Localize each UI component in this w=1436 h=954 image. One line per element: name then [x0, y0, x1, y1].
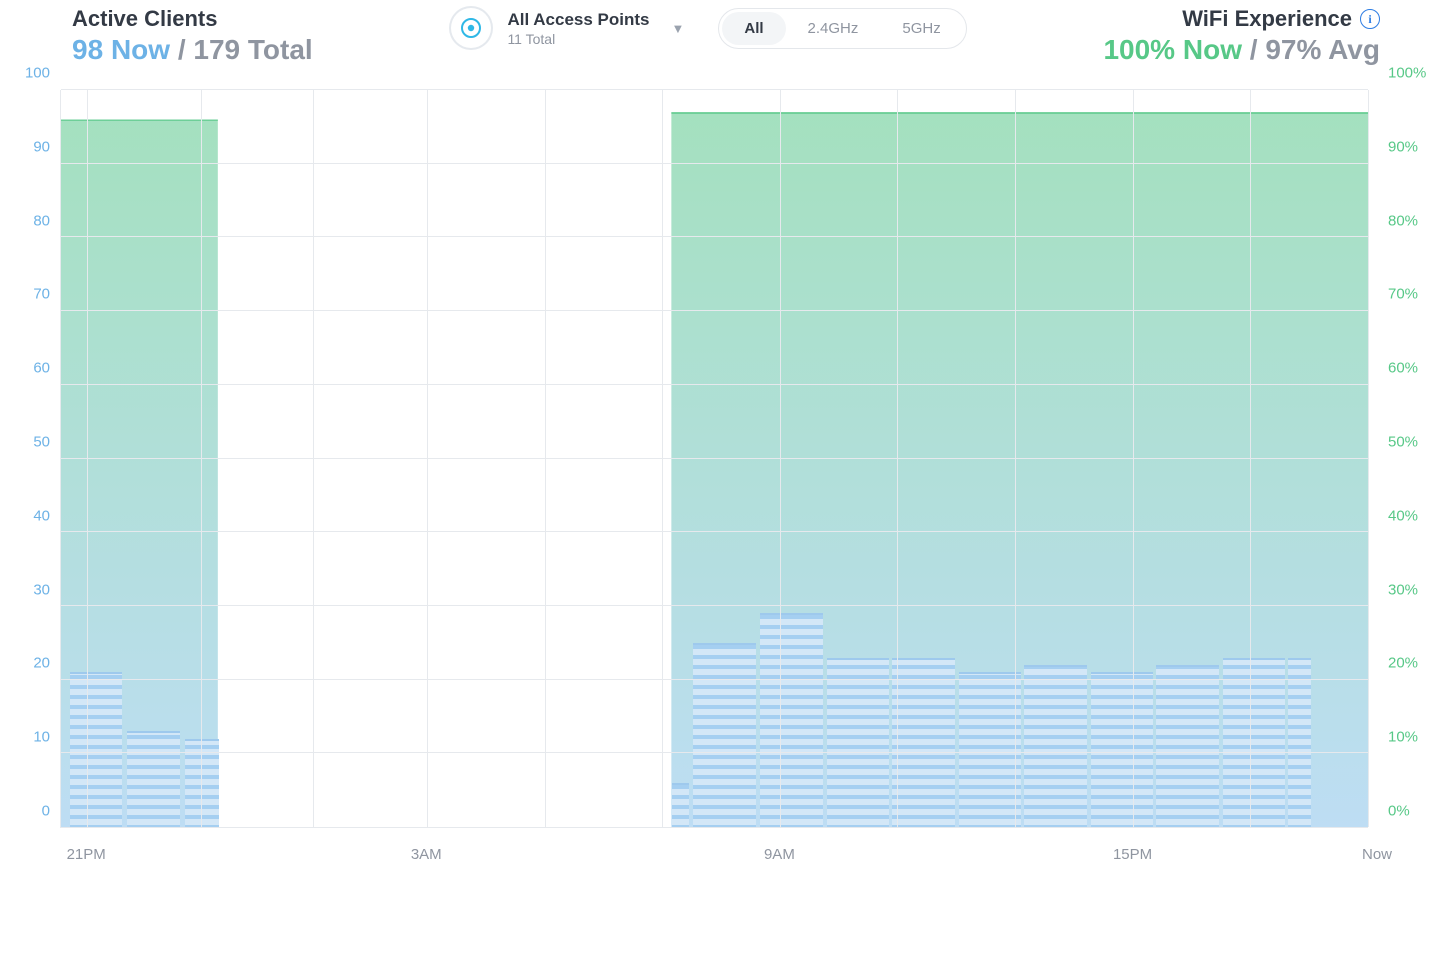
- x-axis: Now 21PM3AM9AM15PM: [60, 840, 1368, 868]
- x-now-label: Now: [1362, 846, 1392, 863]
- separator: /: [1250, 34, 1258, 65]
- active-clients-block: Active Clients 98 Now / 179 Total: [72, 6, 313, 66]
- tab-5ghz[interactable]: 5GHz: [880, 12, 962, 45]
- wifi-exp-now: 100% Now: [1103, 34, 1249, 65]
- tab-24ghz[interactable]: 2.4GHz: [786, 12, 881, 45]
- bars-layer: [61, 90, 1368, 827]
- active-clients-values: 98 Now / 179 Total: [72, 34, 313, 66]
- ap-count: 11 Total: [507, 31, 649, 47]
- wifi-experience-title: WiFi Experience: [1182, 6, 1352, 32]
- unifi-ap-icon: [449, 6, 493, 50]
- dashboard-header: Active Clients 98 Now / 179 Total All Ac…: [0, 0, 1436, 70]
- y-axis-left: 0102030405060708090100: [0, 90, 56, 828]
- tab-all[interactable]: All: [722, 12, 785, 45]
- wifi-exp-avg: 97% Avg: [1265, 34, 1380, 65]
- wifi-experience-values: 100% Now / 97% Avg: [1103, 34, 1380, 66]
- plot-area[interactable]: [60, 90, 1368, 828]
- separator: /: [178, 34, 186, 65]
- chevron-down-icon: ▼: [671, 21, 684, 36]
- info-icon[interactable]: i: [1360, 9, 1380, 29]
- center-controls: All Access Points 11 Total ▼ All 2.4GHz …: [449, 6, 966, 50]
- band-tabs: All 2.4GHz 5GHz: [718, 8, 966, 49]
- active-clients-title: Active Clients: [72, 6, 313, 32]
- y-axis-right: 0%10%20%30%40%50%60%70%80%90%100%: [1380, 90, 1436, 828]
- active-clients-total: 179 Total: [193, 34, 312, 65]
- wifi-experience-block: WiFi Experience i 100% Now / 97% Avg: [1103, 6, 1380, 66]
- access-point-select[interactable]: All Access Points 11 Total ▼: [449, 6, 684, 50]
- ap-label: All Access Points: [507, 10, 649, 30]
- chart: 0102030405060708090100 0%10%20%30%40%50%…: [0, 80, 1436, 870]
- active-clients-now: 98 Now: [72, 34, 178, 65]
